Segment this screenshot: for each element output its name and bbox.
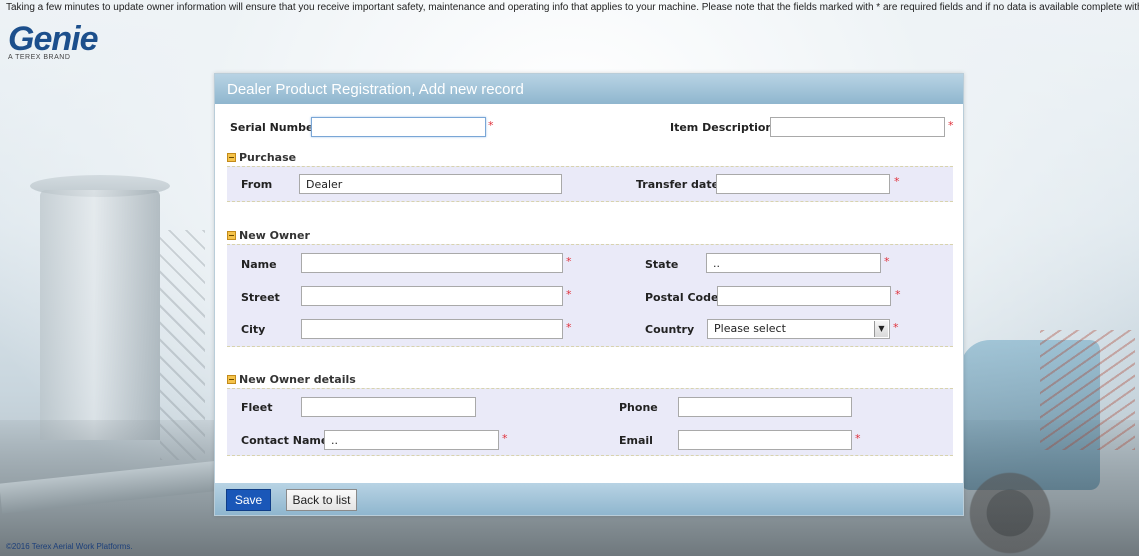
fleet-input[interactable] xyxy=(301,397,476,417)
new-owner-section-title: New Owner xyxy=(239,229,310,242)
contact-name-label: Contact Name xyxy=(241,434,329,447)
registration-panel: Dealer Product Registration, Add new rec… xyxy=(214,73,964,516)
city-input[interactable] xyxy=(301,319,563,339)
name-label: Name xyxy=(241,258,277,271)
street-label: Street xyxy=(241,291,280,304)
purchase-section: From Transfer date * xyxy=(227,166,953,202)
state-input[interactable] xyxy=(706,253,881,273)
genie-logo: Genie A TEREX BRAND xyxy=(8,20,98,61)
new-owner-details-section: Fleet Phone Contact Name * Email * xyxy=(227,388,953,456)
name-input[interactable] xyxy=(301,253,563,273)
instruction-text: Taking a few minutes to update owner inf… xyxy=(6,2,1139,13)
from-input[interactable] xyxy=(299,174,562,194)
email-label: Email xyxy=(619,434,653,447)
phone-input[interactable] xyxy=(678,397,852,417)
phone-label: Phone xyxy=(619,401,658,414)
save-button[interactable]: Save xyxy=(226,489,271,511)
postal-code-input[interactable] xyxy=(717,286,891,306)
new-owner-section: Name * State * Street * Postal Code * Ci… xyxy=(227,244,953,347)
country-select-value: Please select xyxy=(714,322,786,335)
required-marker: * xyxy=(488,119,494,132)
new-owner-section-header[interactable]: New Owner xyxy=(227,229,310,242)
country-label: Country xyxy=(645,323,695,336)
postal-code-label: Postal Code xyxy=(645,291,719,304)
required-marker: * xyxy=(566,255,572,268)
panel-title: Dealer Product Registration, Add new rec… xyxy=(215,74,963,104)
required-marker: * xyxy=(566,321,572,334)
required-marker: * xyxy=(884,255,890,268)
copyright-text: ©2016 Terex Aerial Work Platforms. xyxy=(6,542,133,551)
collapse-icon[interactable] xyxy=(227,152,236,162)
serial-number-label: Serial Number xyxy=(230,121,319,134)
required-marker: * xyxy=(948,119,954,132)
required-marker: * xyxy=(894,175,900,188)
purchase-section-title: Purchase xyxy=(239,151,297,164)
city-label: City xyxy=(241,323,266,336)
required-marker: * xyxy=(502,432,508,445)
item-description-label: Item Description xyxy=(670,121,774,134)
back-to-list-button[interactable]: Back to list xyxy=(286,489,357,511)
contact-name-input[interactable] xyxy=(324,430,499,450)
new-owner-details-section-header[interactable]: New Owner details xyxy=(227,373,356,386)
item-description-input[interactable] xyxy=(770,117,945,137)
logo-wordmark: Genie xyxy=(8,20,98,58)
street-input[interactable] xyxy=(301,286,563,306)
country-select[interactable]: Please select ▼ xyxy=(707,319,890,339)
purchase-section-header[interactable]: Purchase xyxy=(227,151,296,164)
serial-number-input[interactable] xyxy=(311,117,486,137)
required-marker: * xyxy=(855,432,861,445)
dropdown-arrow-icon[interactable]: ▼ xyxy=(874,321,888,337)
required-marker: * xyxy=(893,321,899,334)
required-marker: * xyxy=(895,288,901,301)
state-label: State xyxy=(645,258,679,271)
new-owner-details-section-title: New Owner details xyxy=(239,373,356,386)
collapse-icon[interactable] xyxy=(227,230,236,240)
transfer-date-label: Transfer date xyxy=(636,178,720,191)
email-input[interactable] xyxy=(678,430,852,450)
transfer-date-input[interactable] xyxy=(716,174,890,194)
required-marker: * xyxy=(566,288,572,301)
fleet-label: Fleet xyxy=(241,401,273,414)
panel-footer: Save Back to list xyxy=(215,483,963,515)
from-label: From xyxy=(241,178,273,191)
collapse-icon[interactable] xyxy=(227,374,236,384)
